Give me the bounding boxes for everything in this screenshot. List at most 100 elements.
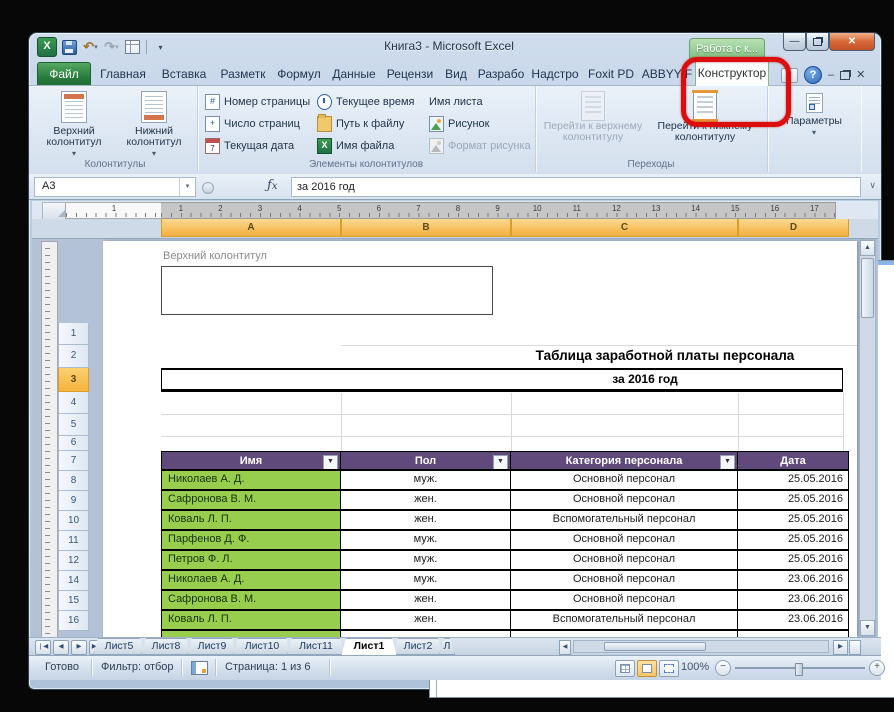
sheet-tab-Лист8[interactable]: Лист8 [141,638,191,655]
sheet-tab-Лист11[interactable]: Лист11 [287,638,345,655]
cell-date[interactable]: 23.06.2016 [738,591,849,609]
cell-gender[interactable]: муж. [341,551,511,569]
cell-gender[interactable]: муж. [341,571,511,589]
cell-date[interactable]: 25.05.2016 [738,531,849,549]
scroll-down-icon[interactable]: ▼ [860,620,875,636]
name-box-dropdown-icon[interactable]: ▾ [179,178,195,196]
element-button-8[interactable]: Рисунок [429,114,490,134]
element-button-1[interactable]: # Номер страницы [205,92,310,112]
cell-date[interactable]: 23.06.2016 [738,571,849,589]
table-preview-button[interactable] [124,39,141,55]
filter-dropdown-icon[interactable]: ▼ [323,455,338,469]
cell-gender[interactable]: жен. [341,491,511,509]
prev-sheet-icon[interactable]: ◀ [53,640,69,655]
cell-category[interactable]: Основной персонал [511,531,738,549]
help-icon[interactable]: ? [804,66,822,84]
column-header-B[interactable]: B [341,219,511,237]
element-button-3[interactable]: Текущая дата [205,136,294,156]
tab-scroll-left-icon[interactable]: ◀ [559,640,571,655]
minimize-button[interactable]: — [783,33,806,51]
macro-record-icon[interactable] [191,661,208,675]
cell-category[interactable]: Основной персонал [511,551,738,569]
row-header-10[interactable]: 10 [58,511,89,531]
restore-button[interactable] [806,33,829,51]
header-button[interactable]: Верхний колонтитул ▾ [35,89,113,158]
tab-1[interactable]: Главная [93,63,153,86]
element-button-2[interactable]: + Число страниц [205,114,300,134]
cell-date[interactable]: 23.06.2016 [738,611,849,629]
row-header-8[interactable]: 8 [58,471,89,491]
footer-button[interactable]: Нижний колонтитул ▾ [115,89,193,158]
vertical-scrollbar-thumb[interactable] [861,258,874,318]
doc-minimize-icon[interactable]: – [828,69,834,82]
go-to-footer-button[interactable]: Перейти к нижнему колонтитулу [651,89,759,155]
cell-gender[interactable]: жен. [341,511,511,529]
formula-input[interactable]: за 2016 год [291,177,861,197]
horizontal-scrollbar[interactable] [573,640,829,653]
expand-formula-bar-icon[interactable]: ∨ [869,180,876,191]
cell-name[interactable]: Сафронова В. М. [161,591,341,609]
selected-merged-cell-a3[interactable]: за 2016 год [161,368,843,392]
element-button-4[interactable]: Текущее время [317,92,414,112]
row-header-4[interactable]: 4 [58,392,89,414]
tab-3[interactable]: Разметк [215,63,271,86]
row-header-12[interactable]: 12 [58,551,89,571]
sheet-tab-Лист10[interactable]: Лист10 [233,638,291,655]
row-header-3[interactable]: 3 [58,368,89,392]
undo-button[interactable]: ↶ ▾ [82,39,99,55]
tab-5[interactable]: Данные [327,63,381,86]
column-header-A[interactable]: A [161,219,341,237]
collapse-ribbon-icon[interactable]: ⌃ [781,67,798,83]
cell-date[interactable]: 25.05.2016 [738,491,849,509]
formula-bar-options-icon[interactable] [202,182,214,194]
cell-name[interactable]: Сафронова В. М. [161,491,341,509]
element-button-5[interactable]: Путь к файлу [317,114,404,134]
horizontal-scrollbar-thumb[interactable] [604,642,706,651]
page-break-view-icon[interactable] [659,660,679,677]
cell-category[interactable]: Основной персонал [511,571,738,589]
excel-logo-icon[interactable]: X [37,37,57,57]
close-button[interactable]: ✕ [829,33,875,51]
cell-date[interactable]: 25.05.2016 [738,551,849,569]
cell-gender[interactable]: муж. [341,471,511,489]
scroll-right-icon[interactable]: ▶ [833,640,848,655]
scroll-up-icon[interactable]: ▲ [860,240,875,256]
row-header-5[interactable]: 5 [58,414,89,436]
cell-category[interactable]: Вспомогательный персонал [511,611,738,629]
sheet-tab-Лист1[interactable]: Лист1 [341,638,397,656]
table-header-cell-2[interactable]: Пол ▼ [341,452,511,469]
element-button-6[interactable]: X Имя файла [317,136,394,156]
cell-name[interactable]: Коваль Л. П. [161,511,341,529]
row-header-2[interactable]: 2 [58,345,89,368]
doc-close-icon[interactable]: ✕ [856,69,865,82]
row-header-14[interactable]: 14 [58,571,89,591]
row-header-16[interactable]: 16 [58,611,89,631]
row-header-15[interactable]: 15 [58,591,89,611]
filter-dropdown-icon[interactable]: ▼ [720,455,735,469]
page-layout-view-icon[interactable] [637,660,657,677]
cell-category[interactable]: Основной персонал [511,591,738,609]
vertical-scrollbar[interactable]: ▲ ▼ [859,239,876,637]
cell-gender[interactable]: муж. [341,531,511,549]
sheet-tab-Лист5[interactable]: Лист5 [93,638,145,655]
row-header-1[interactable]: 1 [58,323,89,345]
table-header-cell-3[interactable]: Категория персонала ▼ [511,452,738,469]
zoom-out-icon[interactable]: − [715,660,731,676]
tab-split-handle[interactable] [849,640,861,655]
cell-name[interactable]: Коваль Л. П. [161,611,341,629]
row-header-11[interactable]: 11 [58,531,89,551]
row-header-6[interactable]: 6 [58,436,89,451]
cell-category[interactable]: Основной персонал [511,471,738,489]
row-header-9[interactable]: 9 [58,491,89,511]
tab-11[interactable]: ABBYY F [641,63,693,86]
document-title-cell[interactable]: Таблица заработной платы персонала [493,348,837,363]
cell-category[interactable]: Вспомогательный персонал [511,511,738,529]
next-sheet-icon[interactable]: ▶ [71,640,87,655]
first-sheet-icon[interactable]: ❘◀ [35,640,51,655]
insert-function-icon[interactable]: ƒx [267,178,277,193]
zoom-slider[interactable] [735,661,865,676]
cell-name[interactable]: Петров Ф. Л. [161,551,341,569]
cell-gender[interactable]: жен. [341,611,511,629]
tab-6[interactable]: Рецензи [383,63,437,86]
cell-date[interactable]: 25.05.2016 [738,471,849,489]
